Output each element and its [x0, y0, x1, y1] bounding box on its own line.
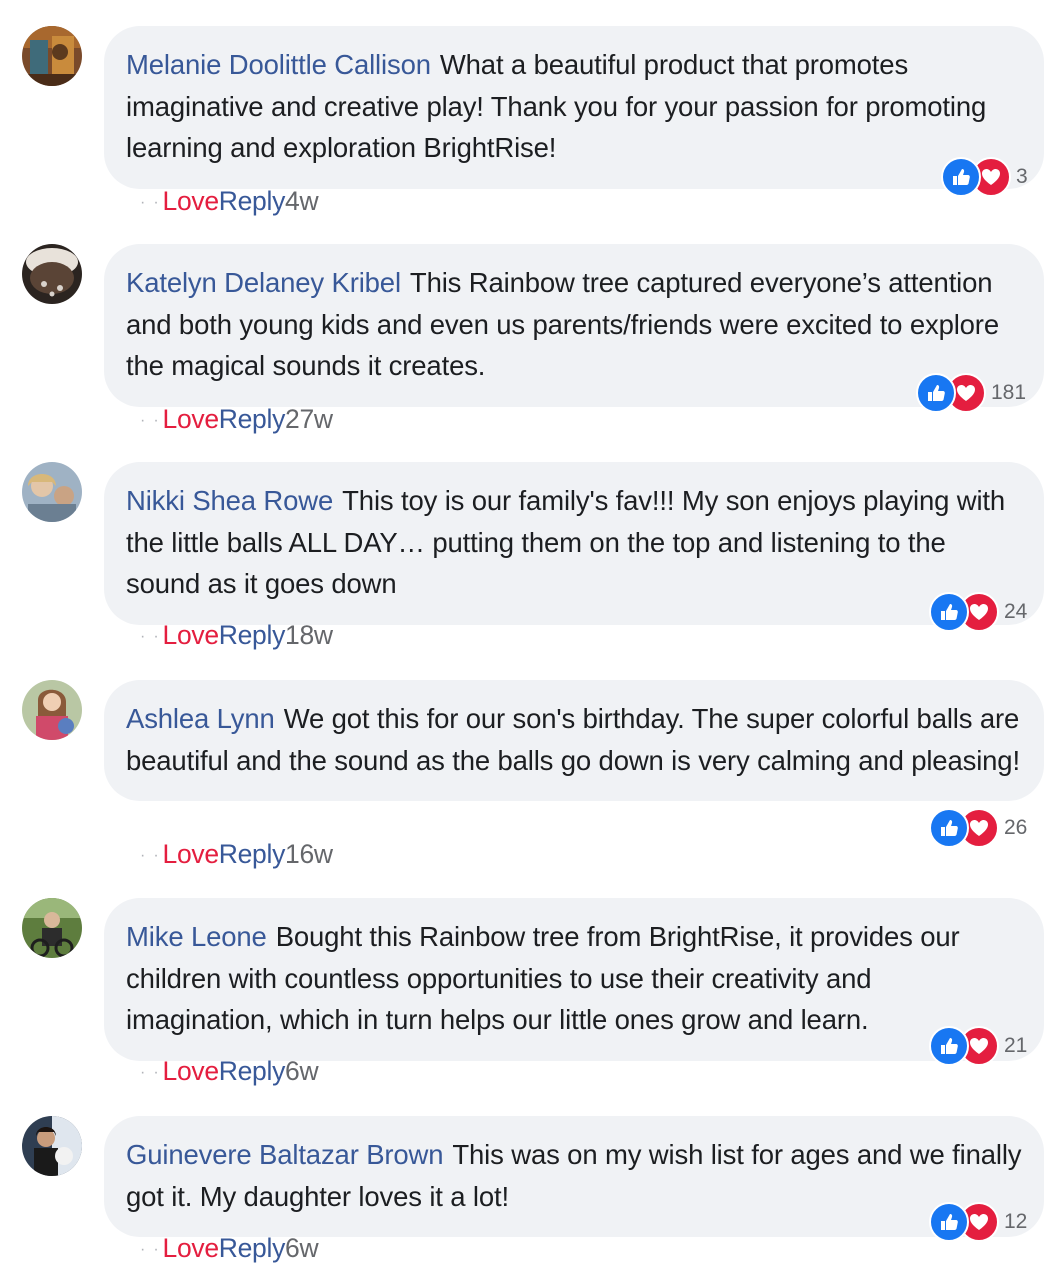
comment-bubble: Katelyn Delaney Kribel This Rainbow tree …: [104, 244, 1044, 407]
like-thumb-icon: [929, 1026, 969, 1066]
reply-link[interactable]: Reply: [219, 1056, 286, 1086]
love-link[interactable]: Love: [163, 186, 220, 216]
love-link[interactable]: Love: [163, 839, 220, 869]
love-link[interactable]: Love: [163, 620, 220, 650]
separator-dot: · ·: [140, 1064, 163, 1081]
reaction-count: 21: [1004, 1034, 1028, 1057]
reply-link[interactable]: Reply: [219, 839, 286, 869]
love-link[interactable]: Love: [163, 1233, 220, 1263]
reaction-summary[interactable]: 26: [929, 808, 1027, 848]
like-thumb-icon: [929, 592, 969, 632]
comment-actions: · · LoveReply6w: [140, 1056, 319, 1087]
reply-link[interactable]: Reply: [219, 620, 286, 650]
comment-author[interactable]: Melanie Doolittle Callison: [126, 49, 431, 80]
like-thumb-icon: [941, 157, 981, 197]
avatar[interactable]: [22, 462, 82, 522]
avatar[interactable]: [22, 680, 82, 740]
reaction-summary[interactable]: 3: [941, 157, 1028, 197]
comment-timestamp[interactable]: 18w: [285, 620, 333, 650]
separator-dot: · ·: [140, 847, 163, 864]
comment-bubble: Ashlea Lynn We got this for our son's bir…: [104, 680, 1044, 801]
love-link[interactable]: Love: [163, 404, 220, 434]
comment-bubble: Guinevere Baltazar Brown This was on my w…: [104, 1116, 1044, 1237]
comment-bubble: Nikki Shea Rowe This toy is our family's …: [104, 462, 1044, 625]
love-link[interactable]: Love: [163, 1056, 220, 1086]
comment-actions: · · LoveReply4w: [140, 186, 319, 217]
reaction-count: 181: [991, 381, 1027, 404]
comment-author[interactable]: Mike Leone: [126, 921, 267, 952]
reaction-summary[interactable]: 24: [929, 592, 1027, 632]
comment-timestamp[interactable]: 6w: [285, 1233, 319, 1263]
comment-timestamp[interactable]: 6w: [285, 1056, 319, 1086]
reaction-count: 3: [1016, 165, 1028, 188]
reply-link[interactable]: Reply: [219, 1233, 286, 1263]
avatar[interactable]: [22, 1116, 82, 1176]
reply-link[interactable]: Reply: [219, 186, 286, 216]
comment-actions: · · LoveReply6w: [140, 1233, 319, 1264]
comment-timestamp[interactable]: 4w: [285, 186, 319, 216]
comment-timestamp[interactable]: 16w: [285, 839, 333, 869]
comment-author[interactable]: Ashlea Lynn: [126, 703, 275, 734]
reaction-summary[interactable]: 181: [916, 373, 1026, 413]
reaction-count: 24: [1004, 600, 1028, 623]
reaction-summary[interactable]: 21: [929, 1026, 1027, 1066]
comment-bubble: Mike Leone Bought this Rainbow tree from …: [104, 898, 1044, 1061]
comment-author[interactable]: Katelyn Delaney Kribel: [126, 267, 401, 298]
reply-link[interactable]: Reply: [219, 404, 286, 434]
like-thumb-icon: [929, 808, 969, 848]
comment-actions: · · LoveReply27w: [140, 404, 333, 435]
avatar[interactable]: [22, 898, 82, 958]
separator-dot: · ·: [140, 412, 163, 429]
comment-actions: · · LoveReply16w: [140, 839, 333, 870]
reaction-count: 12: [1004, 1210, 1028, 1233]
like-thumb-icon: [929, 1202, 969, 1242]
avatar[interactable]: [22, 26, 82, 86]
separator-dot: · ·: [140, 1241, 163, 1258]
comment-timestamp[interactable]: 27w: [285, 404, 333, 434]
reaction-summary[interactable]: 12: [929, 1202, 1027, 1242]
like-thumb-icon: [916, 373, 956, 413]
avatar[interactable]: [22, 244, 82, 304]
comment-bubble: Melanie Doolittle Callison What a beautif…: [104, 26, 1044, 189]
reaction-count: 26: [1004, 816, 1028, 839]
comment-actions: · · LoveReply18w: [140, 620, 333, 651]
comment-author[interactable]: Nikki Shea Rowe: [126, 485, 333, 516]
comment-author[interactable]: Guinevere Baltazar Brown: [126, 1139, 444, 1170]
separator-dot: · ·: [140, 628, 163, 645]
separator-dot: · ·: [140, 194, 163, 211]
